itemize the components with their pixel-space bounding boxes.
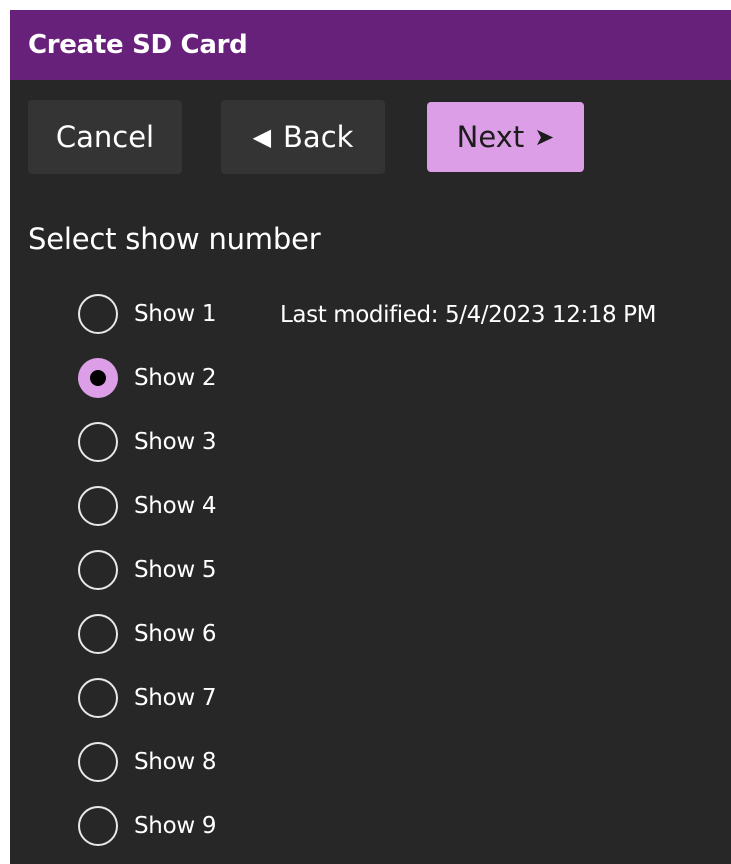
show-option-1[interactable]: Show 1 <box>78 292 217 336</box>
radio-button[interactable] <box>78 678 118 718</box>
radio-button[interactable] <box>78 550 118 590</box>
show-option-label: Show 6 <box>134 621 217 647</box>
back-button[interactable]: ◀ Back <box>221 100 385 174</box>
radio-button[interactable] <box>78 614 118 654</box>
show-option-7[interactable]: Show 7 <box>78 676 217 720</box>
next-button[interactable]: Next ➤ <box>427 102 584 172</box>
show-option-label: Show 7 <box>134 685 217 711</box>
show-option-4[interactable]: Show 4 <box>78 484 217 528</box>
show-option-8[interactable]: Show 8 <box>78 740 217 784</box>
cancel-button[interactable]: Cancel <box>28 100 182 174</box>
last-modified-text: Last modified: 5/4/2023 12:18 PM <box>280 302 657 328</box>
show-option-2[interactable]: Show 2 <box>78 356 217 400</box>
show-option-9[interactable]: Show 9 <box>78 804 217 848</box>
chevron-right-icon: ➤ <box>534 123 555 151</box>
back-button-label: Back <box>283 120 354 154</box>
create-sd-card-window: Create SD Card Cancel ◀ Back Next ➤ Sele… <box>10 10 731 864</box>
radio-button[interactable] <box>78 806 118 846</box>
radio-button-selected[interactable] <box>78 358 118 398</box>
show-option-label: Show 8 <box>134 749 217 775</box>
show-option-label: Show 9 <box>134 813 217 839</box>
radio-button[interactable] <box>78 486 118 526</box>
radio-button[interactable] <box>78 294 118 334</box>
window-title: Create SD Card <box>28 30 248 60</box>
radio-button[interactable] <box>78 742 118 782</box>
show-option-label: Show 4 <box>134 493 217 519</box>
next-button-label: Next <box>456 120 525 154</box>
show-option-label: Show 1 <box>134 301 217 327</box>
show-option-6[interactable]: Show 6 <box>78 612 217 656</box>
select-show-heading: Select show number <box>28 222 321 256</box>
chevron-left-icon: ◀ <box>252 123 272 151</box>
cancel-button-label: Cancel <box>55 120 155 154</box>
wizard-toolbar: Cancel ◀ Back Next ➤ <box>10 80 731 185</box>
show-option-5[interactable]: Show 5 <box>78 548 217 592</box>
show-option-label: Show 2 <box>134 365 217 391</box>
radio-button[interactable] <box>78 422 118 462</box>
title-bar: Create SD Card <box>10 10 731 80</box>
show-option-label: Show 5 <box>134 557 217 583</box>
show-option-label: Show 3 <box>134 429 217 455</box>
show-option-3[interactable]: Show 3 <box>78 420 217 464</box>
